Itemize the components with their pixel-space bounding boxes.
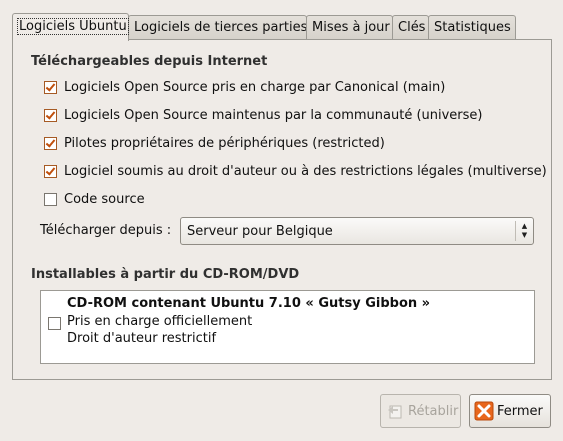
cdrom-section-heading: Installables à partir du CD-ROM/DVD — [31, 267, 300, 282]
internet-section-heading: Téléchargeables depuis Internet — [31, 54, 268, 69]
revert-button-label: Rétablir — [408, 403, 459, 419]
option-main[interactable]: Logiciels Open Source pris en charge par… — [44, 77, 445, 97]
cdrom-list: CD-ROM contenant Ubuntu 7.10 « Gutsy Gib… — [40, 290, 535, 364]
option-universe-label: Logiciels Open Source maintenus par la c… — [64, 107, 483, 123]
option-source-code[interactable]: Code source — [44, 189, 145, 209]
close-button[interactable]: Fermer — [469, 394, 551, 428]
tab-label: Statistiques — [434, 20, 511, 35]
download-from-label: Télécharger depuis : — [40, 223, 172, 238]
tab-label: Clés — [398, 20, 426, 35]
revert-button[interactable]: Rétablir — [380, 394, 461, 428]
download-server-select[interactable]: Serveur pour Belgique ▲ ▼ — [180, 217, 534, 245]
revert-icon — [388, 405, 402, 419]
checkbox-source-code[interactable] — [44, 192, 57, 206]
option-main-label: Logiciels Open Source pris en charge par… — [64, 79, 446, 95]
close-button-label: Fermer — [497, 403, 543, 419]
tab-label: Mises à jour — [312, 20, 390, 35]
option-source-code-label: Code source — [64, 191, 145, 207]
checkbox-restricted[interactable] — [44, 136, 57, 150]
tab-label: Logiciels de tierces parties — [134, 20, 308, 35]
tab-statistiques[interactable]: Statistiques — [428, 15, 516, 39]
checkbox-cdrom[interactable] — [48, 317, 61, 330]
tab-mises-a-jour[interactable]: Mises à jour — [306, 15, 393, 39]
combo-arrows-icon: ▲ ▼ — [515, 221, 533, 241]
tab-tierces-parties[interactable]: Logiciels de tierces parties — [128, 15, 307, 39]
option-multiverse[interactable]: Logiciel soumis au droit d'auteur ou à d… — [44, 161, 547, 181]
option-restricted[interactable]: Pilotes propriétaires de périphériques (… — [44, 133, 385, 153]
checkbox-multiverse[interactable] — [44, 164, 57, 178]
cdrom-title: CD-ROM contenant Ubuntu 7.10 « Gutsy Gib… — [67, 296, 431, 311]
tab-logiciels-ubuntu[interactable]: Logiciels Ubuntu — [12, 13, 129, 41]
checkbox-universe[interactable] — [44, 108, 57, 122]
close-icon — [474, 401, 494, 421]
option-multiverse-label: Logiciel soumis au droit d'auteur ou à d… — [64, 163, 547, 179]
download-server-value: Serveur pour Belgique — [187, 224, 333, 239]
cdrom-support-line: Pris en charge officiellement — [67, 314, 253, 329]
cdrom-copyright-line: Droit d'auteur restrictif — [67, 331, 217, 346]
checkbox-main[interactable] — [44, 80, 57, 94]
tab-label: Logiciels Ubuntu — [17, 18, 129, 35]
tab-cles[interactable]: Clés — [392, 15, 429, 39]
option-restricted-label: Pilotes propriétaires de périphériques (… — [64, 135, 385, 151]
option-universe[interactable]: Logiciels Open Source maintenus par la c… — [44, 105, 483, 125]
